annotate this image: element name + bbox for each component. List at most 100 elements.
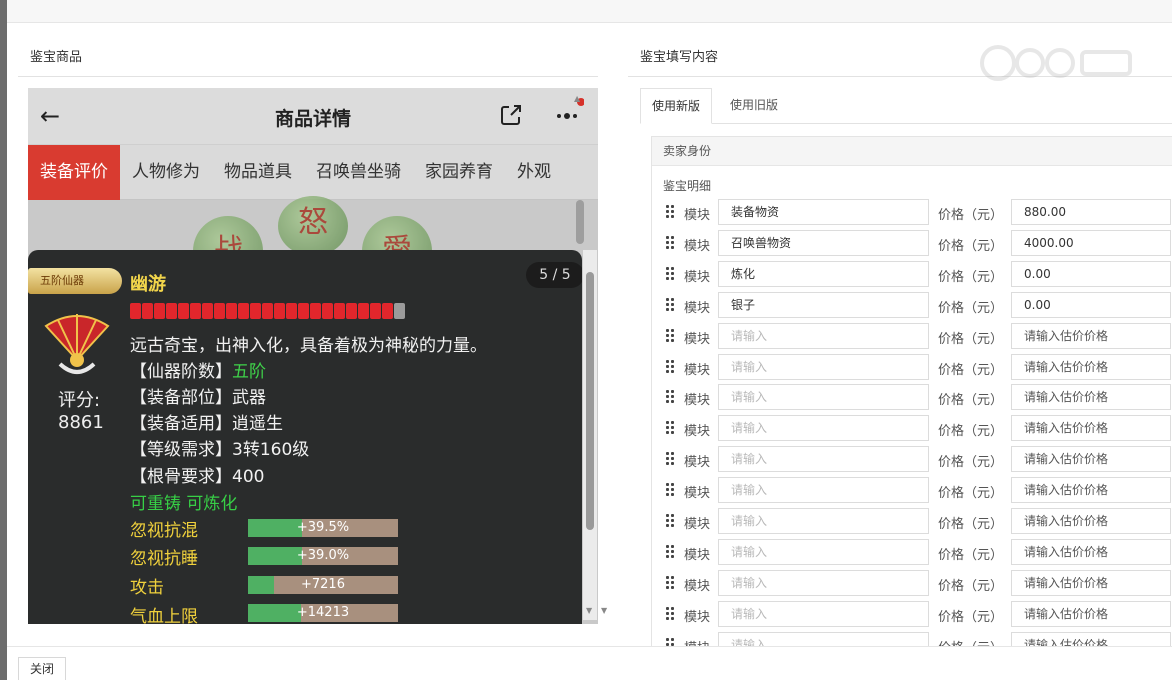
module-name-input[interactable]: 请输入 — [718, 477, 929, 504]
appraisal-form: 卖家身份 鉴宝明细 模块 装备物资 价格（元） 880.00 模块 召唤兽物资 价格（元） 4… — [651, 136, 1172, 646]
refine-segment — [310, 303, 321, 319]
refine-segment — [334, 303, 345, 319]
refine-segment — [202, 303, 213, 319]
item-name: 幽游 — [130, 274, 166, 295]
price-input[interactable]: 请输入估价价格 — [1011, 631, 1171, 646]
module-name-input[interactable]: 银子 — [718, 291, 929, 318]
drag-handle-icon[interactable] — [666, 483, 676, 497]
refine-segment — [142, 303, 153, 319]
drag-handle-icon[interactable] — [666, 514, 676, 528]
attr-key: 【仙器阶数】 — [130, 362, 232, 382]
tab-old-version[interactable]: 使用旧版 — [718, 88, 790, 124]
price-input[interactable]: 请输入估价价格 — [1011, 508, 1171, 534]
price-input[interactable]: 请输入估价价格 — [1011, 477, 1171, 504]
detail-row: 模块请输入价格（元） 请输入估价价格 — [652, 446, 1172, 473]
drag-handle-icon[interactable] — [666, 297, 676, 312]
card-scrollbar[interactable] — [583, 250, 597, 620]
scroll-down-icon[interactable]: ▼ — [586, 606, 592, 615]
tab-character[interactable]: 人物修为 — [120, 145, 212, 200]
price-label: 价格（元） — [938, 208, 1004, 223]
price-input[interactable]: 请输入估价价格 — [1011, 600, 1171, 627]
module-name-input[interactable]: 炼化 — [718, 260, 929, 287]
price-input[interactable]: 请输入估价价格 — [1011, 415, 1171, 442]
drag-handle-icon[interactable] — [666, 266, 676, 281]
drag-handle-icon[interactable] — [666, 235, 676, 250]
module-name-input[interactable]: 请输入 — [718, 569, 929, 596]
module-label: 模块 — [684, 208, 711, 223]
price-input[interactable]: 请输入估价价格 — [1011, 446, 1171, 473]
detail-row: 模块请输入价格（元） 请输入估价价格 — [652, 353, 1172, 381]
price-label: 价格（元） — [938, 393, 1004, 409]
module-name-input[interactable]: 请输入 — [718, 415, 929, 442]
tab-items[interactable]: 物品道具 — [212, 145, 304, 200]
phone-header: ← 商品详情 — [28, 88, 598, 144]
share-icon[interactable] — [500, 104, 522, 126]
tab-home[interactable]: 家园养育 — [413, 145, 505, 200]
scroll-up-icon[interactable]: ▲ — [574, 94, 580, 103]
price-input[interactable]: 请输入估价价格 — [1011, 569, 1171, 596]
module-name-input[interactable]: 请输入 — [718, 631, 929, 646]
tab-new-version[interactable]: 使用新版 — [640, 88, 712, 124]
refine-bar — [130, 303, 405, 319]
tab-appearance[interactable]: 外观 — [505, 145, 563, 200]
phone-tabs: 装备评价 人物修为 物品道具 召唤兽坐骑 家园养育 外观 — [28, 145, 598, 200]
price-input[interactable]: 请输入估价价格 — [1011, 538, 1171, 565]
module-label: 模块 — [684, 547, 711, 563]
close-button[interactable]: 关闭 — [18, 657, 66, 680]
module-name-input[interactable]: 请输入 — [718, 508, 929, 534]
price-input[interactable]: 880.00 — [1011, 199, 1171, 225]
scroll-thumb[interactable] — [576, 200, 584, 244]
module-name-input[interactable]: 请输入 — [718, 538, 929, 565]
module-label: 模块 — [684, 269, 711, 285]
divider — [18, 76, 598, 77]
module-name-input[interactable]: 请输入 — [718, 446, 929, 473]
scroll-down-icon[interactable]: ▼ — [601, 606, 607, 615]
module-label: 模块 — [684, 486, 711, 502]
tab-equipment[interactable]: 装备评价 — [28, 145, 120, 200]
module-name-input[interactable]: 请输入 — [718, 384, 929, 411]
module-label: 模块 — [684, 238, 711, 254]
phone-scrollbar[interactable]: ▲ — [572, 88, 588, 248]
scroll-thumb[interactable] — [586, 272, 594, 530]
drag-handle-icon[interactable] — [666, 359, 676, 374]
reforge-text: 可重铸 可炼化 — [130, 494, 238, 514]
stat-value: +39.0% — [296, 548, 350, 563]
refine-segment — [154, 303, 165, 319]
price-input[interactable]: 请输入估价价格 — [1011, 384, 1171, 411]
detail-row: 模块请输入价格（元） 请输入估价价格 — [652, 538, 1172, 566]
attr-value: 逍遥生 — [232, 414, 283, 434]
price-label: 价格（元） — [938, 517, 1004, 532]
drag-handle-icon[interactable] — [666, 606, 676, 621]
module-name-input[interactable]: 请输入 — [718, 322, 929, 349]
tab-pets[interactable]: 召唤兽坐骑 — [304, 145, 413, 200]
drag-handle-icon[interactable] — [666, 637, 676, 646]
module-label: 模块 — [684, 331, 711, 347]
drag-handle-icon[interactable] — [666, 575, 676, 590]
left-edge-shade — [0, 0, 7, 680]
module-name-input[interactable]: 召唤兽物资 — [718, 229, 929, 256]
attr-key: 【等级需求】 — [130, 440, 232, 460]
stat-bar: +7216 — [248, 576, 398, 594]
drag-handle-icon[interactable] — [666, 328, 676, 343]
price-label: 价格（元） — [938, 547, 1004, 563]
drag-handle-icon[interactable] — [666, 390, 676, 404]
price-input[interactable]: 请输入估价价格 — [1011, 353, 1171, 380]
drag-handle-icon[interactable] — [666, 421, 676, 435]
stat-label: 忽视抗混 — [130, 521, 198, 541]
price-input[interactable]: 0.00 — [1011, 260, 1171, 287]
drag-handle-icon[interactable] — [666, 452, 676, 466]
refine-segment — [370, 303, 381, 319]
drag-handle-icon[interactable] — [666, 544, 676, 559]
module-name-input[interactable]: 请输入 — [718, 353, 929, 380]
refine-segment — [214, 303, 225, 319]
refine-segment — [322, 303, 333, 319]
page-indicator: 5 / 5 — [526, 262, 582, 288]
price-input[interactable]: 4000.00 — [1011, 229, 1171, 256]
module-name-input[interactable]: 请输入 — [718, 600, 929, 627]
drag-handle-icon[interactable] — [666, 205, 676, 219]
price-input[interactable]: 请输入估价价格 — [1011, 322, 1171, 349]
module-label: 模块 — [684, 362, 711, 378]
price-input[interactable]: 0.00 — [1011, 291, 1171, 318]
module-name-input[interactable]: 装备物资 — [718, 199, 929, 225]
form-tabs: 使用新版 使用旧版 — [640, 88, 1172, 124]
